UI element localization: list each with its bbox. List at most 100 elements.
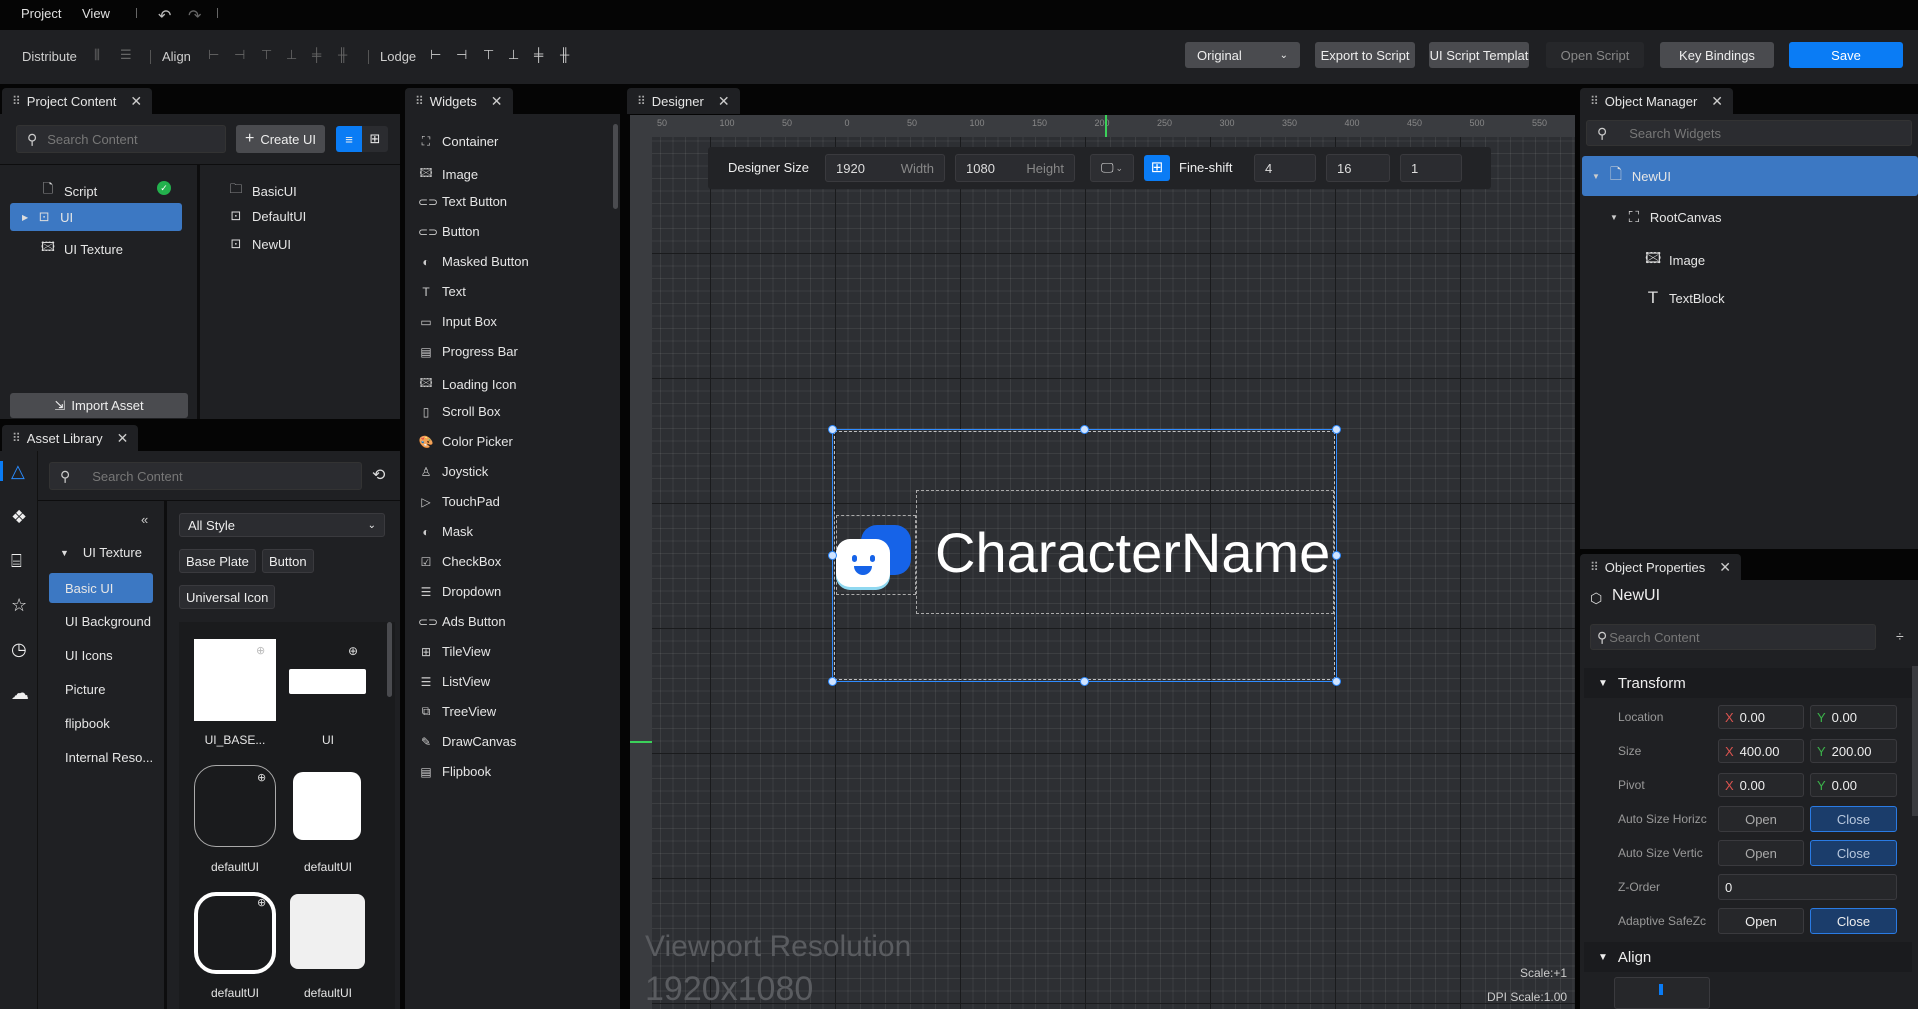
collapse-all-icon[interactable]: ÷ [1896,628,1904,644]
undo-icon[interactable]: ↶ [158,6,171,26]
close-icon[interactable]: ✕ [718,93,730,110]
category-root[interactable]: ▼ UI Texture [60,545,142,560]
auto-size-v-close[interactable]: Close [1810,840,1897,866]
lodge-right-icon[interactable]: ⊣ [456,47,467,63]
align-section-header[interactable]: ▼ Align [1584,942,1912,972]
expand-arrow-icon[interactable]: ▼ [60,548,69,558]
chip-base-plate[interactable]: Base Plate [179,549,256,573]
create-ui-button[interactable]: + Create UI [236,125,325,153]
resize-handle[interactable] [828,425,837,434]
resize-handle[interactable] [1080,677,1089,686]
widget-item-text-button[interactable]: ⊂⊃ Text Button [418,194,507,209]
asset-grid-scrollbar[interactable] [387,622,392,697]
chip-button[interactable]: Button [262,549,314,573]
device-select[interactable]: 🖵 ⌄ [1090,154,1134,182]
widgets-scrollbar[interactable] [613,124,618,209]
import-asset-button[interactable]: ⇲ Import Asset [10,393,188,418]
grid-snap-toggle[interactable]: ⊞ [1144,155,1170,181]
hierarchy-item-rootcanvas[interactable]: ▼ ⛶ RootCanvas [1610,209,1721,226]
widget-item-progress-bar[interactable]: ▤ Progress Bar [418,344,518,359]
align-bottom-icon[interactable]: ⊥ [286,47,297,63]
save-button[interactable]: Save [1789,42,1903,68]
align-left-icon[interactable]: ⊢ [208,47,219,63]
widget-item-touchpad[interactable]: ▷ TouchPad [418,494,499,509]
lodge-center-h-icon[interactable]: ╫ [560,47,569,62]
category-basic-ui[interactable]: Basic UI [49,573,153,603]
upload-cloud-icon[interactable]: ☁ [11,683,29,704]
tab-object-manager[interactable]: ⠿ Object Manager ✕ [1580,88,1734,114]
open-script-button[interactable]: Open Script [1546,42,1644,68]
category-internal-resources[interactable]: Internal Reso... [65,750,153,765]
category-ui-background[interactable]: UI Background [65,614,151,629]
distribute-vertical-icon[interactable]: ☰ [120,47,132,63]
hierarchy-item-image[interactable]: 🖾 Image [1645,248,1705,273]
size-x-input[interactable]: X 400.00 [1718,739,1804,763]
widget-item-container[interactable]: ⛶ Container [418,134,499,149]
zoom-icon[interactable]: ⊕ [348,644,358,658]
collapse-icon[interactable]: « [141,512,148,527]
close-icon[interactable]: ✕ [491,93,503,110]
widget-item-ads-button[interactable]: ⊂⊃ Ads Button [418,614,506,629]
properties-scrollbar[interactable] [1912,666,1918,816]
resize-handle[interactable] [1332,425,1341,434]
widget-item-masked-button[interactable]: ◐ Masked Button [418,254,528,269]
drag-grip-icon[interactable]: ⠿ [12,94,21,108]
location-x-input[interactable]: X 0.00 [1718,705,1804,729]
menu-project[interactable]: Project [21,6,61,21]
auto-size-h-open[interactable]: Open [1718,806,1804,832]
splitter[interactable] [164,500,167,1009]
tab-object-properties[interactable]: ⠿ Object Properties ✕ [1580,554,1741,580]
widget-item-loading-icon[interactable]: 🖾 Loading Icon [418,374,516,395]
resize-handle[interactable] [1332,677,1341,686]
align-center-v-icon[interactable]: ╪ [312,47,321,62]
widget-item-color-picker[interactable]: 🎨 Color Picker [418,434,513,449]
drag-grip-icon[interactable]: ⠿ [415,94,424,108]
file-item-basicui[interactable]: 🗀 BasicUI [228,180,296,202]
splitter[interactable] [197,164,200,419]
drag-grip-icon[interactable]: ⠿ [12,431,21,445]
asset-thumbnail[interactable] [293,772,361,840]
fine-shift-input-2[interactable]: 16 [1326,154,1390,182]
canvas-text-block[interactable]: CharacterName [935,520,1330,585]
close-icon[interactable]: ✕ [1711,93,1723,110]
tree-item-ui[interactable]: ▶ ⊡ UI [10,203,182,231]
widget-item-treeview[interactable]: ⧉ TreeView [418,704,497,719]
z-order-input[interactable]: 0 [1718,874,1897,900]
close-icon[interactable]: ✕ [117,430,129,447]
auto-size-h-close[interactable]: Close [1810,806,1897,832]
toolbox-icon[interactable]: ⌸ [11,551,22,572]
redo-icon[interactable]: ↷ [188,6,201,26]
location-y-input[interactable]: Y 0.00 [1810,705,1897,729]
drag-grip-icon[interactable]: ⠿ [1590,560,1599,574]
auto-size-v-open[interactable]: Open [1718,840,1804,866]
widget-item-input-box[interactable]: ▭ Input Box [418,314,497,329]
widget-item-image[interactable]: 🖾 Image [418,164,478,185]
expand-arrow-icon[interactable]: ▶ [22,213,28,222]
drag-grip-icon[interactable]: ⠿ [1590,94,1599,108]
zoom-icon[interactable]: ⊕ [256,644,265,657]
size-y-input[interactable]: Y 200.00 [1810,739,1897,763]
hierarchy-item-textblock[interactable]: T TextBlock [1645,288,1725,308]
category-ui-icons[interactable]: UI Icons [65,648,113,663]
category-flipbook[interactable]: flipbook [65,716,110,731]
close-icon[interactable]: ✕ [1719,559,1731,576]
mode-select[interactable]: Original ⌄ [1185,42,1300,68]
resize-handle[interactable] [1080,425,1089,434]
widget-item-scroll-box[interactable]: ▯ Scroll Box [418,404,501,419]
resize-handle[interactable] [1332,551,1341,560]
widget-item-checkbox[interactable]: ☑ CheckBox [418,554,502,569]
expand-arrow-icon[interactable]: ▼ [1610,213,1618,222]
align-right-icon[interactable]: ⊣ [234,47,245,63]
tree-item-ui-texture[interactable]: 🖾 UI Texture [40,238,123,260]
refresh-icon[interactable]: ⟲ [372,465,385,485]
align-center-h-icon[interactable]: ╫ [338,47,347,62]
widget-search-input[interactable]: ⚲ Search Widgets [1586,120,1912,146]
fine-shift-input-1[interactable]: 4 [1254,154,1316,182]
pivot-x-input[interactable]: X 0.00 [1718,773,1804,797]
asset-thumbnail[interactable] [290,894,365,969]
menu-view[interactable]: View [82,6,110,21]
lodge-top-icon[interactable]: ⊤ [483,47,494,63]
adaptive-safezone-open[interactable]: Open [1718,908,1804,934]
resize-handle[interactable] [828,551,837,560]
hierarchy-item-newui[interactable]: ▼ 🗋 NewUI [1582,156,1918,196]
